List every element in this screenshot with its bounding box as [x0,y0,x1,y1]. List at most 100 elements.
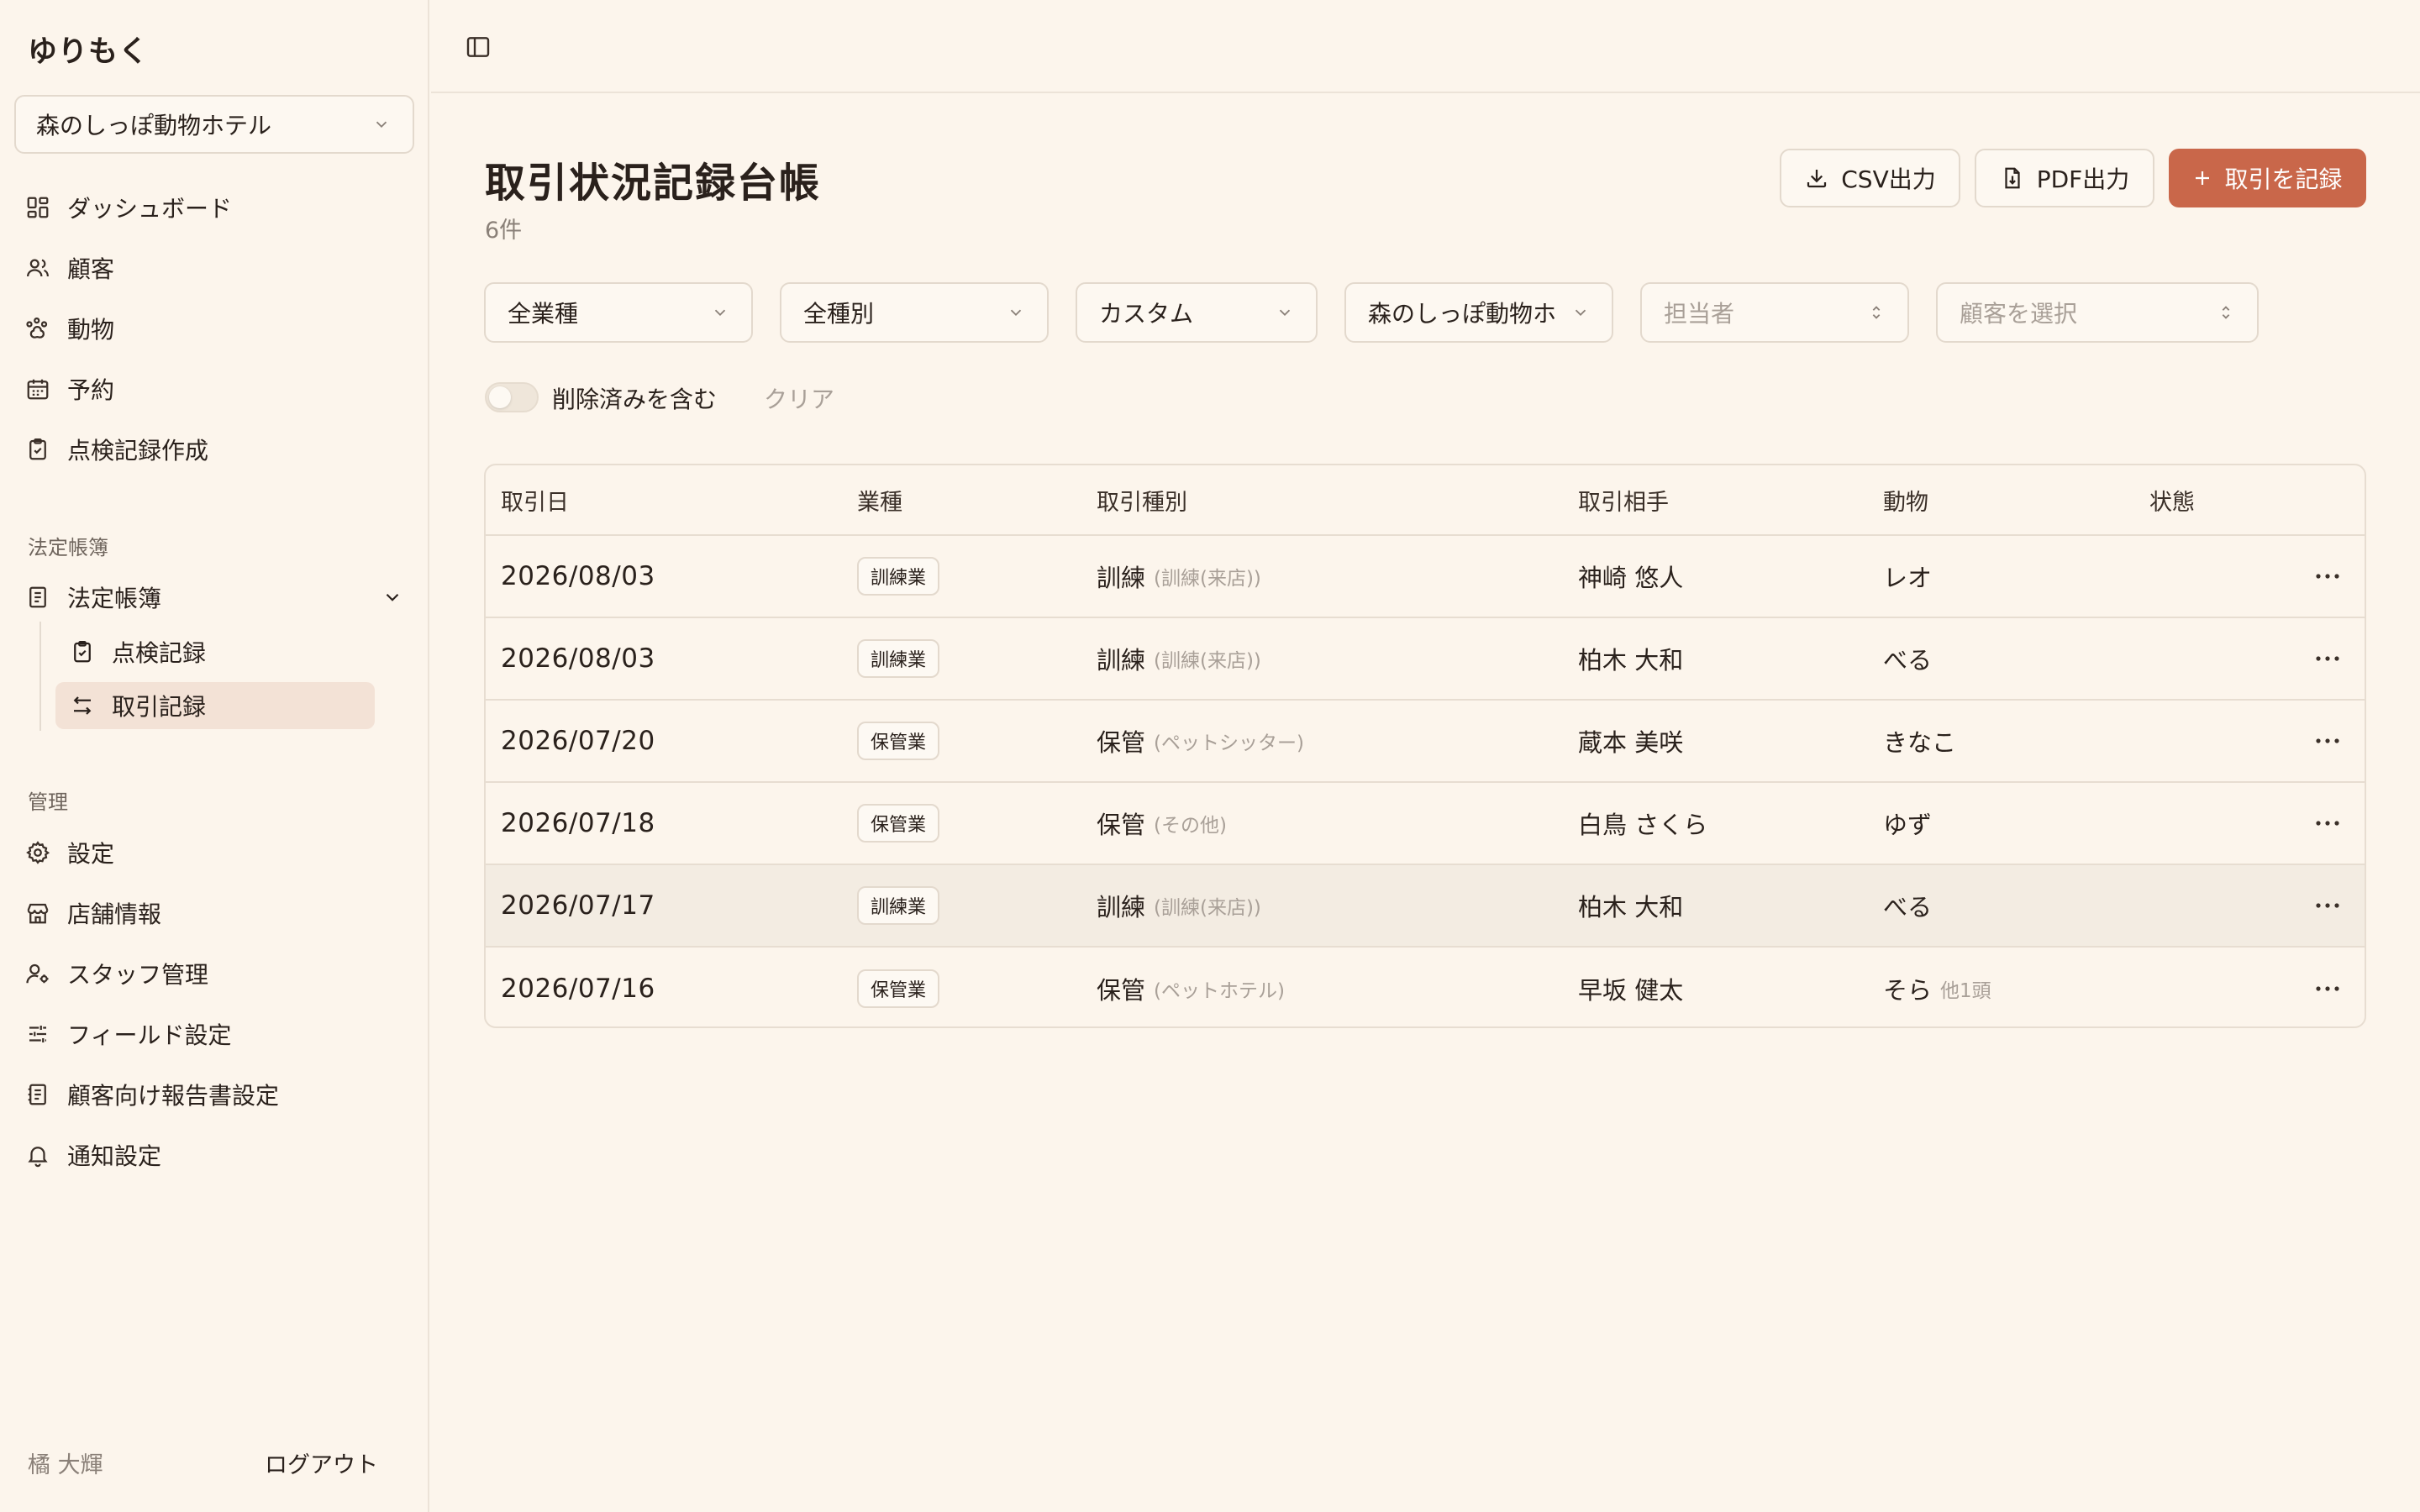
more-options-icon[interactable] [2314,783,2341,864]
cell-partner: 白鳥 さくら [1578,811,1708,839]
sidebar-item-label: 店舗情報 [67,900,162,928]
clipboard-check-icon [25,437,50,462]
sidebar-item-label: 取引記録 [112,693,207,721]
column-header-business[interactable]: 業種 [857,465,902,534]
store-selector[interactable]: 森のしっぽ動物ホテル [14,95,414,154]
user-cog-icon [25,961,50,986]
cell-business: 保管業 [857,701,940,781]
more-options-icon[interactable] [2314,701,2341,781]
cell-type: 保管 (ペットホテル) [1097,948,1285,1026]
period-filter[interactable]: カスタム [1076,282,1318,343]
current-user-name: 橘 大輝 [28,1452,103,1478]
sidebar-item-label: 法定帳簿 [67,585,162,612]
sidebar-item-staff[interactable]: スタッフ管理 [25,950,403,997]
more-options-icon[interactable] [2314,865,2341,946]
sidebar: ゆりもく 森のしっぽ動物ホテル ダッシュボード 顧客 動物 予約 点検記録作成 … [0,0,429,1512]
csv-export-button[interactable]: CSV出力 [1780,149,1960,207]
sidebar-item-label: 動物 [67,316,115,344]
column-header-date[interactable]: 取引日 [501,465,569,534]
sidebar-item-transaction-records[interactable]: 取引記録 [55,682,375,729]
business-badge: 訓練業 [857,557,940,596]
add-transaction-button[interactable]: 取引を記録 [2169,149,2366,207]
sidebar-item-report-settings[interactable]: 顧客向け報告書設定 [25,1071,403,1118]
table-row[interactable]: 2026/07/16 保管業 保管 (ペットホテル) 早坂 健太 そら 他1頭 [486,946,2365,1026]
kind-filter[interactable]: 全種別 [780,282,1049,343]
pdf-export-button[interactable]: PDF出力 [1975,149,2154,207]
sidebar-toggle-icon[interactable] [465,34,492,60]
sidebar-item-reservations[interactable]: 予約 [25,365,403,412]
arrows-exchange-icon [70,693,95,718]
sidebar-item-notification-settings[interactable]: 通知設定 [25,1131,403,1179]
sidebar-item-inspection-records[interactable]: 点検記録 [55,628,375,675]
more-options-icon[interactable] [2314,618,2341,699]
cell-type: 保管 (ペットシッター) [1097,701,1304,781]
sidebar-item-label: 通知設定 [67,1142,162,1170]
logout-button[interactable]: ログアウト [265,1446,378,1479]
sidebar-item-customers[interactable]: 顧客 [25,244,403,291]
staff-filter[interactable]: 担当者 [1640,282,1909,343]
users-icon [25,255,50,281]
table-header: 取引日 業種 取引種別 取引相手 動物 状態 [486,465,2365,534]
csv-export-label: CSV出力 [1841,165,1936,193]
gear-icon [25,840,50,865]
type-note: (訓練(来店)) [1154,568,1261,590]
column-header-animal[interactable]: 動物 [1883,465,1928,534]
staff-filter-placeholder: 担当者 [1664,300,1735,328]
clear-filters-button[interactable]: クリア [764,381,834,415]
store-filter-value: 森のしっぽ動物ホ [1368,300,1557,328]
cell-type: 訓練 (訓練(来店)) [1097,865,1261,946]
column-header-type[interactable]: 取引種別 [1097,465,1187,534]
sidebar-item-label: フィールド設定 [67,1021,232,1049]
top-bar [431,0,2420,93]
cell-date: 2026/07/18 [501,808,655,838]
dashboard-icon [25,195,50,220]
type-label: 保管 [1097,728,1146,757]
clipboard-check-icon [70,639,95,664]
animal-label: きなこ [1883,728,1957,757]
file-download-icon [2000,165,2025,191]
sidebar-item-label: ダッシュボード [67,195,233,223]
sidebar-item-label: 顧客向け報告書設定 [67,1082,280,1110]
column-header-partner[interactable]: 取引相手 [1578,465,1669,534]
sidebar-item-create-inspection[interactable]: 点検記録作成 [25,426,403,473]
chevrons-up-down-icon [2217,303,2235,322]
business-badge: 訓練業 [857,639,940,678]
sidebar-group-ledger[interactable]: 法定帳簿 [25,574,403,621]
cell-animal: きなこ [1883,701,1965,781]
store-filter[interactable]: 森のしっぽ動物ホ [1344,282,1613,343]
sidebar-item-store-info[interactable]: 店舗情報 [25,890,403,937]
business-type-filter[interactable]: 全業種 [484,282,753,343]
book-icon [25,585,50,610]
more-options-icon[interactable] [2314,536,2341,617]
bell-icon [25,1142,50,1168]
type-note: (訓練(来店)) [1154,897,1261,919]
table-row[interactable]: 2026/07/17 訓練業 訓練 (訓練(来店)) 柏木 大和 べる [486,864,2365,946]
sidebar-item-label: 予約 [67,376,115,404]
type-label: 訓練 [1097,893,1146,921]
sidebar-item-label: 点検記録作成 [67,437,209,465]
more-options-icon[interactable] [2314,948,2341,1026]
table-row[interactable]: 2026/08/03 訓練業 訓練 (訓練(来店)) 柏木 大和 べる [486,617,2365,699]
animal-note: 他1頭 [1940,980,1991,1002]
animal-label: べる [1883,893,1933,921]
sidebar-item-field-settings[interactable]: フィールド設定 [25,1011,403,1058]
cell-type: 訓練 (訓練(来店)) [1097,536,1261,617]
customer-filter[interactable]: 顧客を選択 [1936,282,2259,343]
cell-animal: べる [1883,865,1940,946]
sidebar-item-animals[interactable]: 動物 [25,305,403,352]
table-row[interactable]: 2026/08/03 訓練業 訓練 (訓練(来店)) 神崎 悠人 レオ [486,534,2365,617]
cell-date: 2026/08/03 [501,561,655,591]
pdf-export-label: PDF出力 [2036,165,2130,193]
cell-animal: そら 他1頭 [1883,948,1991,1026]
sidebar-item-dashboard[interactable]: ダッシュボード [25,184,403,231]
sidebar-item-label: 点検記録 [112,639,207,667]
type-label: 保管 [1097,976,1146,1005]
table-row[interactable]: 2026/07/20 保管業 保管 (ペットシッター) 蔵本 美咲 きなこ [486,699,2365,781]
business-badge: 保管業 [857,969,940,1008]
table-row[interactable]: 2026/07/18 保管業 保管 (その他) 白鳥 さくら ゆず [486,781,2365,864]
include-deleted-toggle[interactable] [485,382,539,412]
sidebar-item-settings[interactable]: 設定 [25,829,403,876]
cell-date: 2026/07/16 [501,974,655,1004]
column-header-status[interactable]: 状態 [2149,465,2195,534]
cell-business: 保管業 [857,783,940,864]
